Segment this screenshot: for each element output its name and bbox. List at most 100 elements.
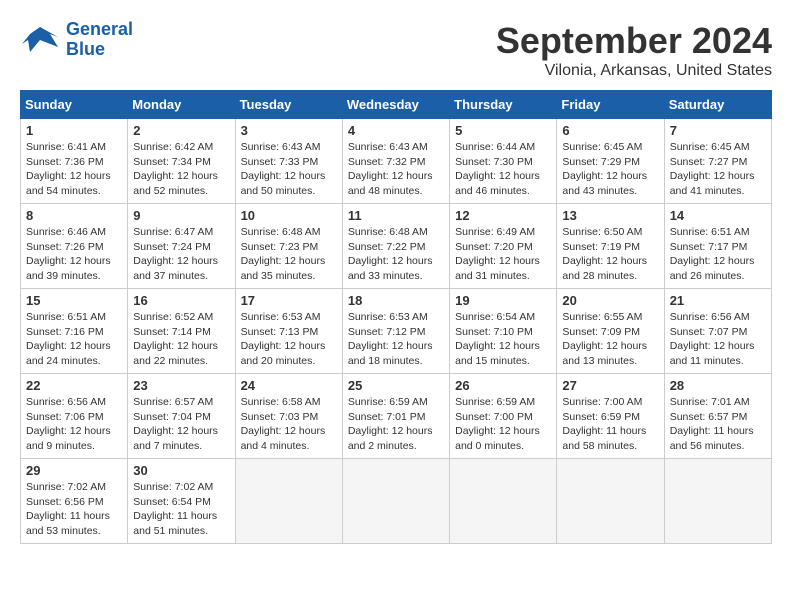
- calendar-week-row: 22 Sunrise: 6:56 AM Sunset: 7:06 PM Dayl…: [21, 374, 772, 459]
- table-row: 16 Sunrise: 6:52 AM Sunset: 7:14 PM Dayl…: [128, 289, 235, 374]
- logo-line1: General: [66, 19, 133, 39]
- table-row: 9 Sunrise: 6:47 AM Sunset: 7:24 PM Dayli…: [128, 204, 235, 289]
- calendar-week-row: 29 Sunrise: 7:02 AM Sunset: 6:56 PM Dayl…: [21, 459, 772, 544]
- day-number: 14: [670, 208, 766, 223]
- table-row: 17 Sunrise: 6:53 AM Sunset: 7:13 PM Dayl…: [235, 289, 342, 374]
- calendar-header: Sunday Monday Tuesday Wednesday Thursday…: [21, 91, 772, 119]
- table-row: 24 Sunrise: 6:58 AM Sunset: 7:03 PM Dayl…: [235, 374, 342, 459]
- table-row: 15 Sunrise: 6:51 AM Sunset: 7:16 PM Dayl…: [21, 289, 128, 374]
- day-info: Sunrise: 6:48 AM Sunset: 7:22 PM Dayligh…: [348, 225, 444, 284]
- day-number: 19: [455, 293, 551, 308]
- table-row: [342, 459, 449, 544]
- table-row: 1 Sunrise: 6:41 AM Sunset: 7:36 PM Dayli…: [21, 119, 128, 204]
- day-number: 2: [133, 123, 229, 138]
- day-info: Sunrise: 6:42 AM Sunset: 7:34 PM Dayligh…: [133, 140, 229, 199]
- day-number: 27: [562, 378, 658, 393]
- table-row: [235, 459, 342, 544]
- day-number: 5: [455, 123, 551, 138]
- day-number: 20: [562, 293, 658, 308]
- table-row: 12 Sunrise: 6:49 AM Sunset: 7:20 PM Dayl…: [450, 204, 557, 289]
- table-row: 11 Sunrise: 6:48 AM Sunset: 7:22 PM Dayl…: [342, 204, 449, 289]
- logo-icon: [20, 22, 60, 57]
- table-row: 23 Sunrise: 6:57 AM Sunset: 7:04 PM Dayl…: [128, 374, 235, 459]
- day-info: Sunrise: 6:51 AM Sunset: 7:17 PM Dayligh…: [670, 225, 766, 284]
- day-info: Sunrise: 6:43 AM Sunset: 7:33 PM Dayligh…: [241, 140, 337, 199]
- table-row: 2 Sunrise: 6:42 AM Sunset: 7:34 PM Dayli…: [128, 119, 235, 204]
- table-row: 18 Sunrise: 6:53 AM Sunset: 7:12 PM Dayl…: [342, 289, 449, 374]
- day-info: Sunrise: 6:58 AM Sunset: 7:03 PM Dayligh…: [241, 395, 337, 454]
- day-info: Sunrise: 6:43 AM Sunset: 7:32 PM Dayligh…: [348, 140, 444, 199]
- logo-text: General Blue: [66, 20, 133, 60]
- table-row: [557, 459, 664, 544]
- calendar-week-row: 1 Sunrise: 6:41 AM Sunset: 7:36 PM Dayli…: [21, 119, 772, 204]
- table-row: 19 Sunrise: 6:54 AM Sunset: 7:10 PM Dayl…: [450, 289, 557, 374]
- day-info: Sunrise: 7:00 AM Sunset: 6:59 PM Dayligh…: [562, 395, 658, 454]
- table-row: 22 Sunrise: 6:56 AM Sunset: 7:06 PM Dayl…: [21, 374, 128, 459]
- day-number: 12: [455, 208, 551, 223]
- day-info: Sunrise: 6:45 AM Sunset: 7:27 PM Dayligh…: [670, 140, 766, 199]
- calendar-body: 1 Sunrise: 6:41 AM Sunset: 7:36 PM Dayli…: [21, 119, 772, 544]
- title-area: September 2024 Vilonia, Arkansas, United…: [496, 20, 772, 80]
- day-info: Sunrise: 6:59 AM Sunset: 7:01 PM Dayligh…: [348, 395, 444, 454]
- col-saturday: Saturday: [664, 91, 771, 119]
- day-info: Sunrise: 7:02 AM Sunset: 6:54 PM Dayligh…: [133, 480, 229, 539]
- table-row: 13 Sunrise: 6:50 AM Sunset: 7:19 PM Dayl…: [557, 204, 664, 289]
- day-number: 13: [562, 208, 658, 223]
- table-row: 21 Sunrise: 6:56 AM Sunset: 7:07 PM Dayl…: [664, 289, 771, 374]
- col-thursday: Thursday: [450, 91, 557, 119]
- location-title: Vilonia, Arkansas, United States: [496, 62, 772, 80]
- logo: General Blue: [20, 20, 133, 60]
- day-number: 30: [133, 463, 229, 478]
- table-row: 20 Sunrise: 6:55 AM Sunset: 7:09 PM Dayl…: [557, 289, 664, 374]
- col-sunday: Sunday: [21, 91, 128, 119]
- table-row: 7 Sunrise: 6:45 AM Sunset: 7:27 PM Dayli…: [664, 119, 771, 204]
- day-number: 7: [670, 123, 766, 138]
- calendar-week-row: 15 Sunrise: 6:51 AM Sunset: 7:16 PM Dayl…: [21, 289, 772, 374]
- day-number: 25: [348, 378, 444, 393]
- day-number: 29: [26, 463, 122, 478]
- table-row: 25 Sunrise: 6:59 AM Sunset: 7:01 PM Dayl…: [342, 374, 449, 459]
- col-wednesday: Wednesday: [342, 91, 449, 119]
- day-number: 22: [26, 378, 122, 393]
- calendar: Sunday Monday Tuesday Wednesday Thursday…: [20, 90, 772, 544]
- table-row: 28 Sunrise: 7:01 AM Sunset: 6:57 PM Dayl…: [664, 374, 771, 459]
- day-info: Sunrise: 6:46 AM Sunset: 7:26 PM Dayligh…: [26, 225, 122, 284]
- day-info: Sunrise: 6:56 AM Sunset: 7:07 PM Dayligh…: [670, 310, 766, 369]
- day-info: Sunrise: 7:02 AM Sunset: 6:56 PM Dayligh…: [26, 480, 122, 539]
- day-info: Sunrise: 6:47 AM Sunset: 7:24 PM Dayligh…: [133, 225, 229, 284]
- day-number: 24: [241, 378, 337, 393]
- day-number: 8: [26, 208, 122, 223]
- col-tuesday: Tuesday: [235, 91, 342, 119]
- calendar-week-row: 8 Sunrise: 6:46 AM Sunset: 7:26 PM Dayli…: [21, 204, 772, 289]
- table-row: 6 Sunrise: 6:45 AM Sunset: 7:29 PM Dayli…: [557, 119, 664, 204]
- table-row: [450, 459, 557, 544]
- day-number: 26: [455, 378, 551, 393]
- day-number: 23: [133, 378, 229, 393]
- day-number: 3: [241, 123, 337, 138]
- table-row: 5 Sunrise: 6:44 AM Sunset: 7:30 PM Dayli…: [450, 119, 557, 204]
- day-info: Sunrise: 6:57 AM Sunset: 7:04 PM Dayligh…: [133, 395, 229, 454]
- day-number: 28: [670, 378, 766, 393]
- table-row: 4 Sunrise: 6:43 AM Sunset: 7:32 PM Dayli…: [342, 119, 449, 204]
- day-info: Sunrise: 6:53 AM Sunset: 7:12 PM Dayligh…: [348, 310, 444, 369]
- header: General Blue September 2024 Vilonia, Ark…: [20, 20, 772, 80]
- day-info: Sunrise: 6:45 AM Sunset: 7:29 PM Dayligh…: [562, 140, 658, 199]
- month-title: September 2024: [496, 20, 772, 62]
- day-info: Sunrise: 6:50 AM Sunset: 7:19 PM Dayligh…: [562, 225, 658, 284]
- table-row: 8 Sunrise: 6:46 AM Sunset: 7:26 PM Dayli…: [21, 204, 128, 289]
- day-number: 1: [26, 123, 122, 138]
- day-info: Sunrise: 6:44 AM Sunset: 7:30 PM Dayligh…: [455, 140, 551, 199]
- table-row: 26 Sunrise: 6:59 AM Sunset: 7:00 PM Dayl…: [450, 374, 557, 459]
- logo-line2: Blue: [66, 39, 105, 59]
- table-row: 27 Sunrise: 7:00 AM Sunset: 6:59 PM Dayl…: [557, 374, 664, 459]
- col-monday: Monday: [128, 91, 235, 119]
- day-number: 9: [133, 208, 229, 223]
- table-row: 30 Sunrise: 7:02 AM Sunset: 6:54 PM Dayl…: [128, 459, 235, 544]
- table-row: 3 Sunrise: 6:43 AM Sunset: 7:33 PM Dayli…: [235, 119, 342, 204]
- day-number: 18: [348, 293, 444, 308]
- day-info: Sunrise: 7:01 AM Sunset: 6:57 PM Dayligh…: [670, 395, 766, 454]
- day-info: Sunrise: 6:41 AM Sunset: 7:36 PM Dayligh…: [26, 140, 122, 199]
- day-info: Sunrise: 6:52 AM Sunset: 7:14 PM Dayligh…: [133, 310, 229, 369]
- day-number: 11: [348, 208, 444, 223]
- day-number: 16: [133, 293, 229, 308]
